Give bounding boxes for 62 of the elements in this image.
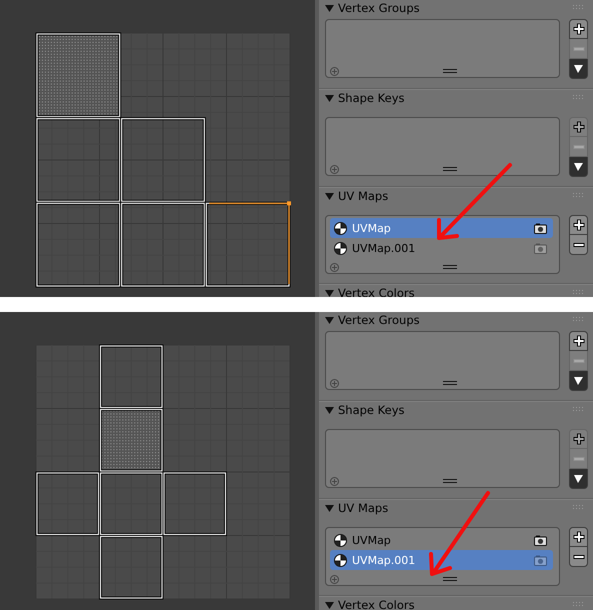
checker-sphere-icon — [334, 554, 347, 566]
collapse-triangle-icon — [325, 192, 334, 200]
plus-icon — [572, 335, 584, 347]
checker-sphere-icon — [334, 242, 347, 254]
plus-icon — [572, 121, 584, 133]
resize-grip-icon — [443, 479, 457, 483]
collapse-triangle-icon — [325, 94, 334, 102]
checker-sphere-icon — [334, 222, 347, 234]
add-circle-icon — [330, 262, 339, 272]
add-circle-icon — [330, 574, 339, 584]
minus-icon — [572, 46, 584, 50]
collapse-triangle-icon — [325, 601, 334, 609]
minus-icon — [572, 242, 584, 246]
panel-title[interactable]: Vertex Groups — [338, 0, 569, 14]
panel-title[interactable]: Vertex Colors — [338, 286, 569, 297]
add-button[interactable] — [569, 331, 588, 351]
uv-map-item[interactable]: UVMap — [330, 218, 553, 238]
panel-title[interactable]: Vertex Groups — [338, 312, 569, 326]
down-triangle-icon — [574, 376, 583, 384]
dropdown-button[interactable] — [569, 59, 588, 79]
collapse-triangle-icon — [325, 4, 334, 12]
plus-icon — [572, 531, 584, 543]
add-circle-icon — [330, 164, 339, 174]
minus-icon — [572, 456, 584, 460]
down-triangle-icon — [574, 474, 583, 482]
collapse-triangle-icon — [325, 406, 334, 414]
add-button[interactable] — [569, 19, 588, 39]
down-triangle-icon — [574, 162, 583, 170]
checker-sphere-icon — [334, 534, 347, 546]
dropdown-button[interactable] — [569, 157, 588, 177]
panel-title[interactable]: UV Maps — [338, 189, 569, 203]
resize-grip-icon — [443, 265, 457, 269]
minus-icon — [572, 358, 584, 362]
panel-title[interactable]: Shape Keys — [338, 91, 569, 105]
minus-icon — [572, 144, 584, 148]
resize-grip-icon — [443, 381, 457, 385]
panel-title[interactable]: UV Maps — [338, 501, 569, 515]
resize-grip-icon — [443, 167, 457, 171]
remove-button[interactable] — [569, 235, 588, 255]
panel-title[interactable]: Vertex Colors — [338, 598, 569, 610]
panel-title[interactable]: Shape Keys — [338, 403, 569, 417]
collapse-triangle-icon — [325, 504, 334, 512]
collapse-triangle-icon — [325, 316, 334, 324]
dropdown-button[interactable] — [569, 469, 588, 489]
add-circle-icon — [330, 476, 339, 486]
uv-map-item[interactable]: UVMap — [330, 530, 553, 550]
plus-icon — [572, 219, 584, 231]
collapse-triangle-icon — [325, 289, 334, 297]
down-triangle-icon — [574, 64, 583, 72]
plus-icon — [572, 433, 584, 445]
dropdown-button[interactable] — [569, 371, 588, 391]
resize-grip-icon — [443, 577, 457, 581]
minus-icon — [572, 554, 584, 558]
add-circle-icon — [330, 66, 339, 76]
add-button[interactable] — [569, 215, 588, 235]
add-button[interactable] — [569, 527, 588, 547]
uv-map-item[interactable]: UVMap.001 — [330, 550, 553, 570]
resize-grip-icon — [443, 69, 457, 73]
uv-map-item[interactable]: UVMap.001 — [330, 238, 553, 258]
remove-button[interactable] — [569, 547, 588, 567]
add-circle-icon — [330, 378, 339, 388]
plus-icon — [572, 23, 584, 35]
